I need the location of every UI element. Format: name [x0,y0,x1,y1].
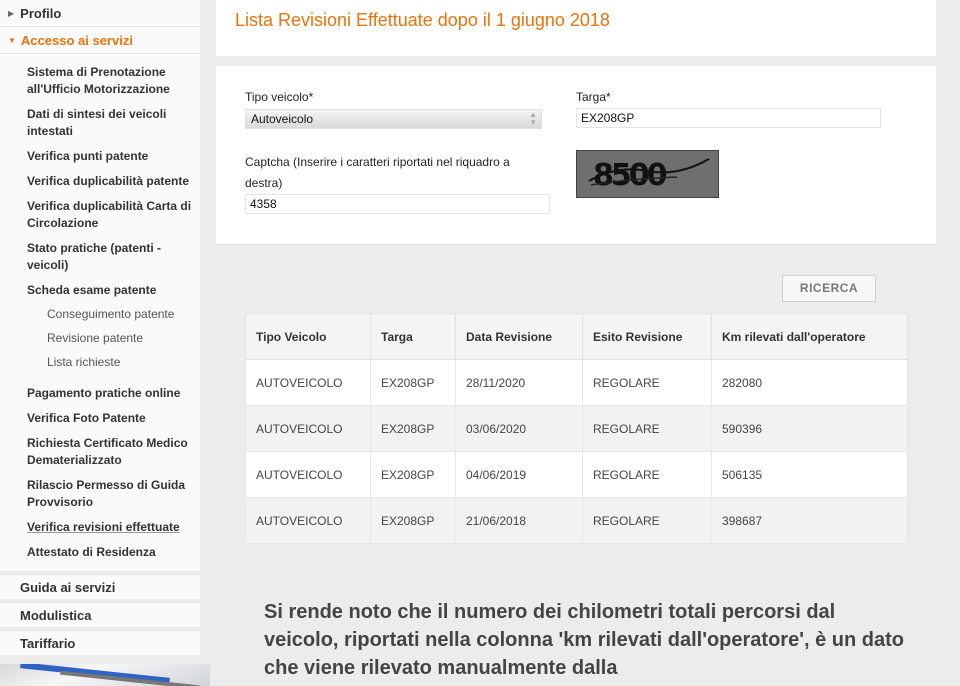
sidebar-item-scheda-esame[interactable]: Scheda esame patente [0,278,200,303]
sidebar-item-stato-pratiche[interactable]: Stato pratiche (patenti - veicoli) [0,236,200,278]
cell-data: 21/06/2018 [455,497,583,544]
sidebar-submenu: Sistema di Prenotazione all'Ufficio Moto… [0,54,200,571]
table-header-row: Tipo Veicolo Targa Data Revisione Esito … [245,313,908,360]
page-title: Lista Revisioni Effettuate dopo il 1 giu… [235,10,610,30]
sidebar-item-certificato-medico[interactable]: Richiesta Certificato Medico Demateriali… [0,431,200,473]
cell-km: 398687 [711,497,908,544]
sidebar-item-duplicabilita-carta[interactable]: Verifica duplicabilità Carta di Circolaz… [0,194,200,236]
sidebar-nav: ▶ Profilo ▼ Accesso ai servizi Sistema d… [0,0,200,686]
sidebar-item-pagamento[interactable]: Pagamento pratiche online [0,381,200,406]
sidebar-item-profilo[interactable]: ▶ Profilo [0,0,200,27]
cell-tipo: AUTOVEICOLO [245,497,371,544]
sidebar-item-attestato-residenza[interactable]: Attestato di Residenza [0,540,200,565]
sidebar-item-punti-patente[interactable]: Verifica punti patente [0,144,200,169]
cell-esito: REGOLARE [582,359,712,406]
caret-right-icon: ▶ [8,8,15,18]
sidebar-item-modulistica[interactable]: Modulistica [0,602,200,627]
sidebar-subitem-revisione-patente[interactable]: Revisione patente [0,327,200,351]
table-row: AUTOVEICOLO EX208GP 21/06/2018 REGOLARE … [245,497,908,544]
column-header: Tipo Veicolo [245,313,371,360]
column-header: Km rilevati dall'operatore [711,313,908,360]
sidebar-item-verifica-revisioni[interactable]: Verifica revisioni effettuate [0,515,200,540]
column-header: Targa [370,313,456,360]
select-arrows-icon: ▲ ▼ [529,110,537,127]
cell-targa: EX208GP [370,405,456,452]
cell-tipo: AUTOVEICOLO [245,451,371,498]
captcha-image: 8500 [576,150,719,198]
cell-data: 28/11/2020 [455,359,583,406]
cell-esito: REGOLARE [582,405,712,452]
cell-esito: REGOLARE [582,497,712,544]
tipo-veicolo-select[interactable]: Autoveicolo ▲ ▼ [245,109,542,129]
sidebar-item-label: Verifica revisioni effettuate [27,520,180,534]
cell-data: 03/06/2020 [455,405,583,452]
table-row: AUTOVEICOLO EX208GP 04/06/2019 REGOLARE … [245,451,908,498]
table-row: AUTOVEICOLO EX208GP 28/11/2020 REGOLARE … [245,359,908,406]
cell-km: 590396 [711,405,908,452]
cell-esito: REGOLARE [582,451,712,498]
sidebar-subitem-conseguimento[interactable]: Conseguimento patente [0,303,200,327]
sidebar-subitem-lista-richieste[interactable]: Lista richieste [0,351,200,375]
cell-km: 282080 [711,359,908,406]
search-button[interactable]: RICERCA [782,275,876,302]
sidebar-item-permesso-guida[interactable]: Rilascio Permesso di Guida Provvisorio [0,473,200,515]
km-notice-text: Si rende noto che il numero dei chilomet… [264,601,904,679]
sidebar-item-accesso-ai-servizi[interactable]: ▼ Accesso ai servizi [0,27,200,54]
tipo-veicolo-label: Tipo veicolo* [245,90,314,104]
search-form: Tipo veicolo* Autoveicolo ▲ ▼ Targa* EX20… [216,66,936,244]
divider [216,244,936,245]
sidebar-item-guida-servizi[interactable]: Guida ai servizi [0,574,200,599]
tipo-veicolo-value: Autoveicolo [251,112,314,126]
cell-targa: EX208GP [370,497,456,544]
results-table: Tipo Veicolo Targa Data Revisione Esito … [245,313,908,544]
cell-km: 506135 [711,451,908,498]
targa-input[interactable]: EX208GP [576,108,881,128]
cell-targa: EX208GP [370,359,456,406]
column-header: Esito Revisione [582,313,712,360]
title-panel: Lista Revisioni Effettuate dopo il 1 giu… [216,0,936,56]
column-header: Data Revisione [455,313,583,360]
targa-label: Targa* [576,90,611,104]
sidebar-item-duplicabilita-patente[interactable]: Verifica duplicabilità patente [0,169,200,194]
main-content: Lista Revisioni Effettuate dopo il 1 giu… [216,0,960,686]
sidebar-item-prenotazione[interactable]: Sistema di Prenotazione all'Ufficio Moto… [0,60,200,102]
cell-tipo: AUTOVEICOLO [245,359,371,406]
captcha-text: 8500 [593,158,667,193]
captcha-graphic: 8500 [577,151,718,197]
sidebar-item-tariffario[interactable]: Tariffario [0,630,200,655]
cell-tipo: AUTOVEICOLO [245,405,371,452]
table-row: AUTOVEICOLO EX208GP 03/06/2020 REGOLARE … [245,405,908,452]
sidebar-item-label: Profilo [20,5,62,21]
sidebar-item-label: Accesso ai servizi [20,32,133,48]
captcha-input[interactable]: 4358 [245,194,550,214]
captcha-label: Captcha (Inserire i caratteri riportati … [245,155,510,190]
sidebar-item-dati-sintesi[interactable]: Dati di sintesi dei veicoli intestati [0,102,200,144]
sidebar-item-foto-patente[interactable]: Verifica Foto Patente [0,406,200,431]
cell-data: 04/06/2019 [455,451,583,498]
caret-down-icon: ▼ [8,35,16,45]
cell-targa: EX208GP [370,451,456,498]
decorative-banner-image [0,664,210,686]
